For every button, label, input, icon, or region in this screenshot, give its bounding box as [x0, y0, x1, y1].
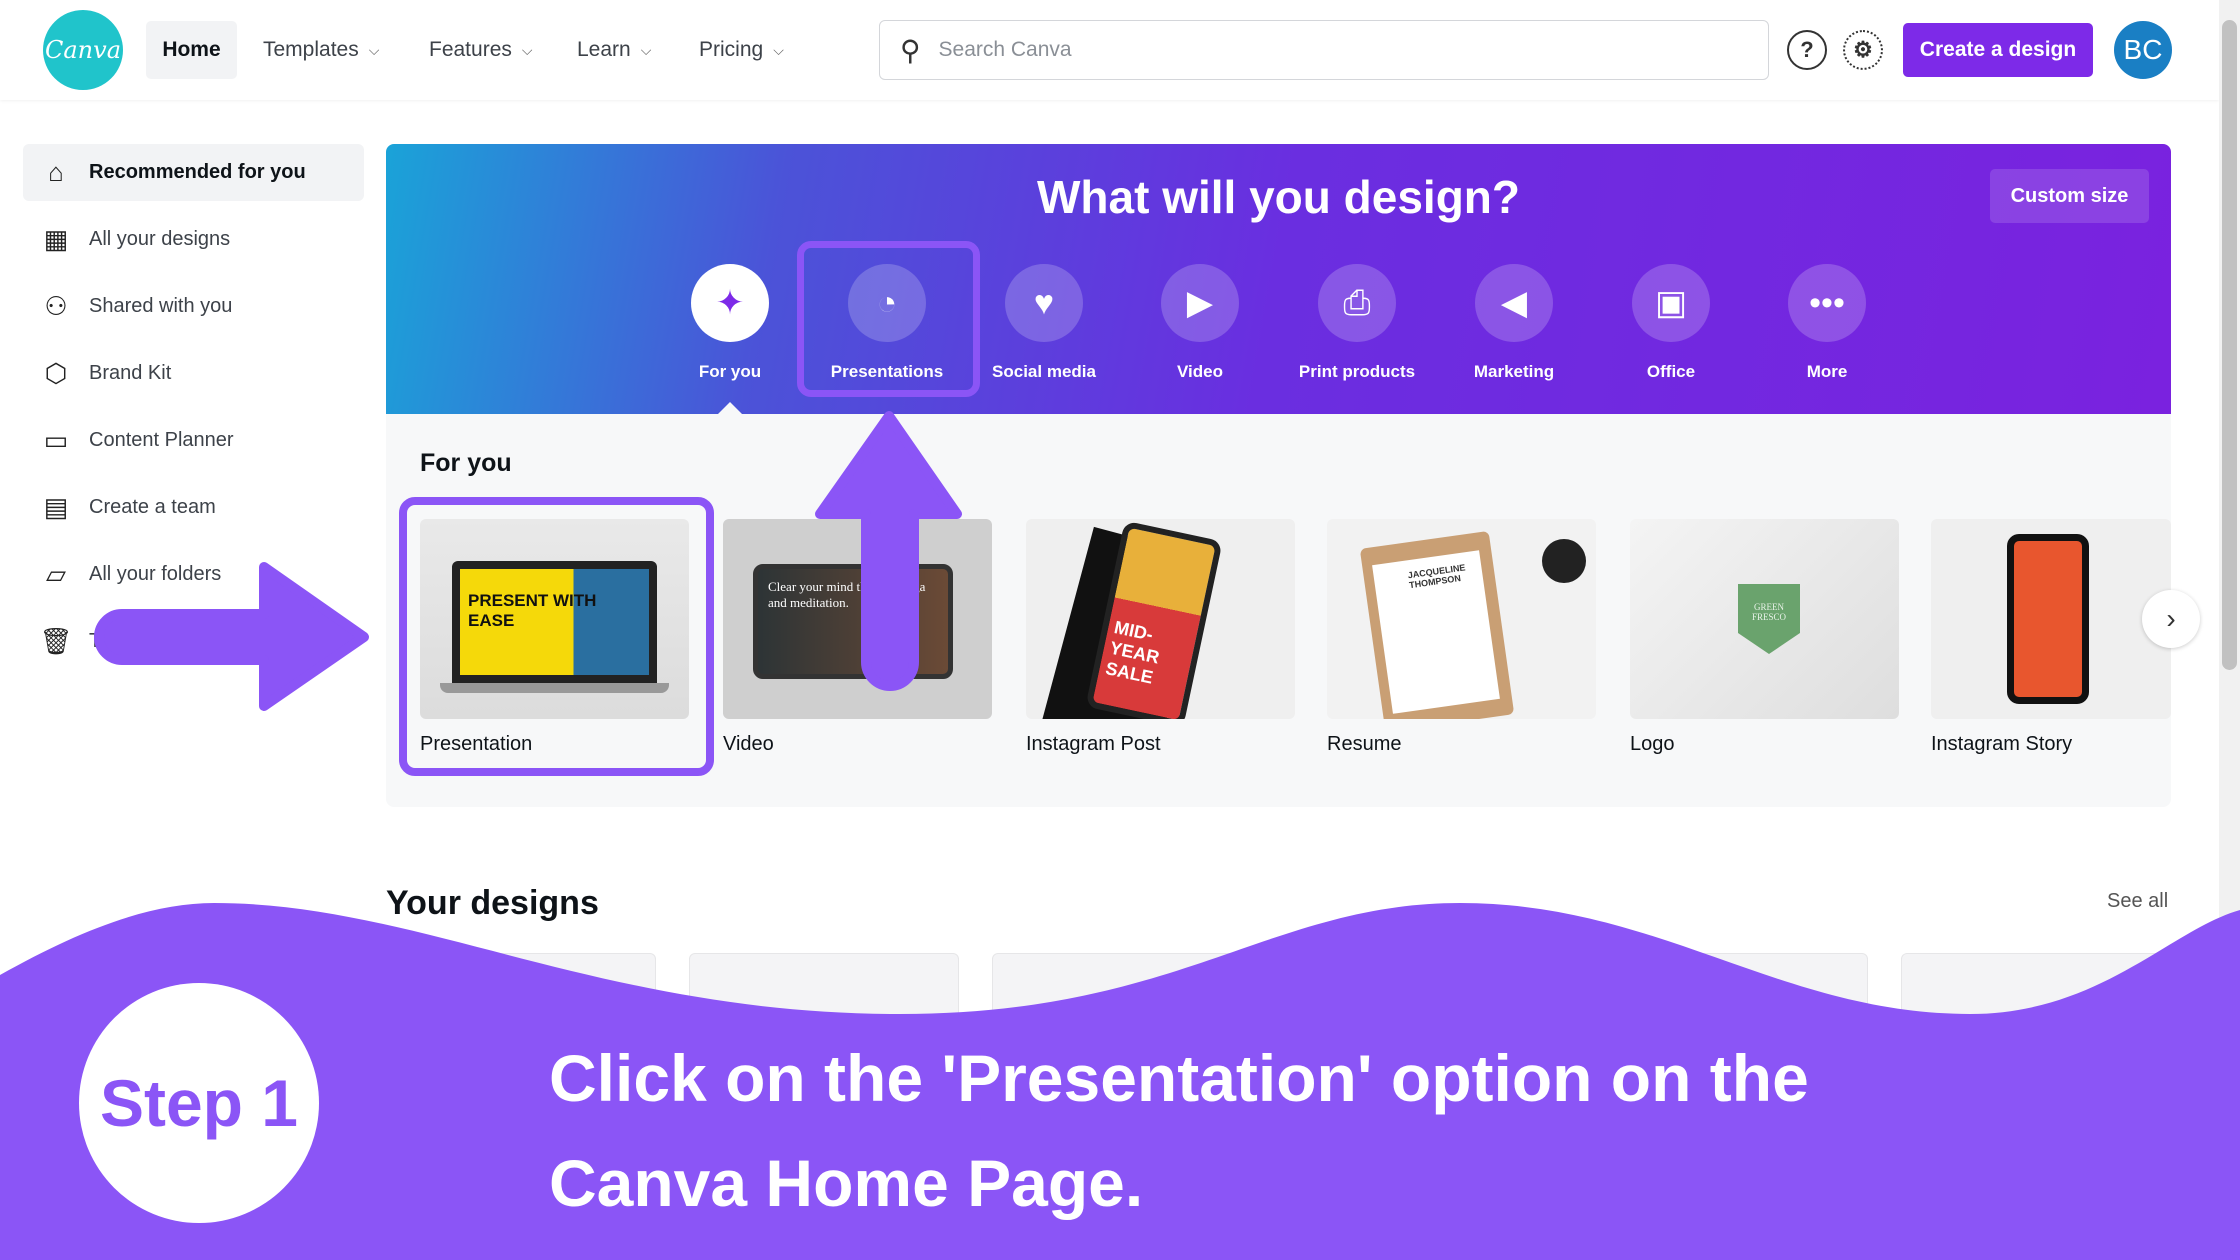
instruction-caption-line1: Click on the 'Presentation' option on th… — [549, 1041, 1809, 1115]
up-arrow-annotation — [815, 411, 962, 691]
right-arrow-annotation — [94, 562, 369, 711]
instruction-caption-line2: Canva Home Page. — [549, 1146, 1144, 1220]
step-badge: Step 1 — [79, 983, 319, 1223]
